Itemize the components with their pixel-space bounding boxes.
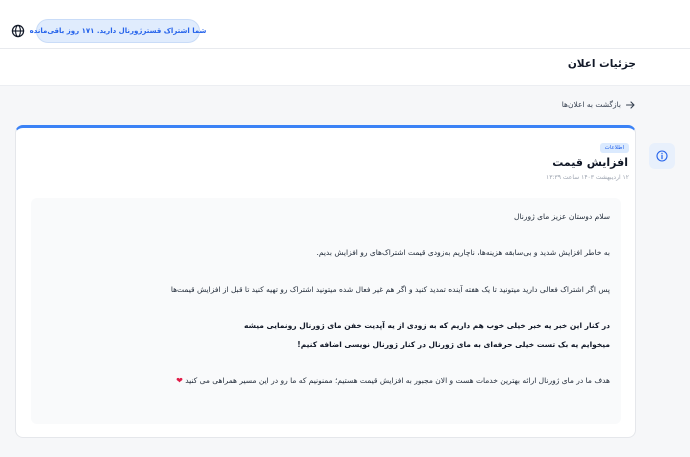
info-icon	[649, 143, 675, 169]
paragraph-backtest: میخوایم یه بک تست خیلی حرفه‌ای به مای ژو…	[297, 340, 610, 349]
paragraph-update-news: در کنار این خبر یه خبر خیلی خوب هم داریم…	[244, 321, 610, 330]
paragraph-greeting: سلام دوستان عزیز مای ژورنال	[514, 212, 610, 221]
paragraph-price-increase: به خاطر افزایش شدید و بی‌سابقه هزینه‌ها،…	[316, 248, 610, 257]
subscription-notice-text: شما اشتراک قسترژورنال دارید. ۱۷۱ روز باق…	[29, 27, 207, 35]
announcement-body	[31, 198, 621, 424]
back-link-label: بازگشت به اعلان‌ها	[561, 100, 621, 109]
category-badge: اطلاعات	[599, 143, 629, 153]
announcement-date: ۱۲ اردیبهشت ۱۴۰۳ ساعت ۱۳:۳۹	[546, 174, 629, 181]
globe-icon[interactable]	[11, 24, 25, 38]
announcement-title: افزایش قیمت	[552, 156, 628, 169]
page-title: جزئیات اعلان	[567, 58, 636, 70]
closing-text: هدف ما در مای ژورنال ارائه بهترین خدمات …	[185, 376, 610, 385]
back-to-notifications-link[interactable]: بازگشت به اعلان‌ها	[562, 100, 635, 109]
paragraph-renewal: پس اگر اشتراک فعالی دارید میتونید تا یک …	[170, 285, 610, 294]
paragraph-closing: هدف ما در مای ژورنال ارائه بهترین خدمات …	[176, 376, 610, 385]
arrow-right-icon	[626, 100, 635, 109]
heart-icon: ❤	[176, 376, 183, 385]
subscription-notice[interactable]: شما اشتراک قسترژورنال دارید. ۱۷۱ روز باق…	[30, 19, 206, 43]
